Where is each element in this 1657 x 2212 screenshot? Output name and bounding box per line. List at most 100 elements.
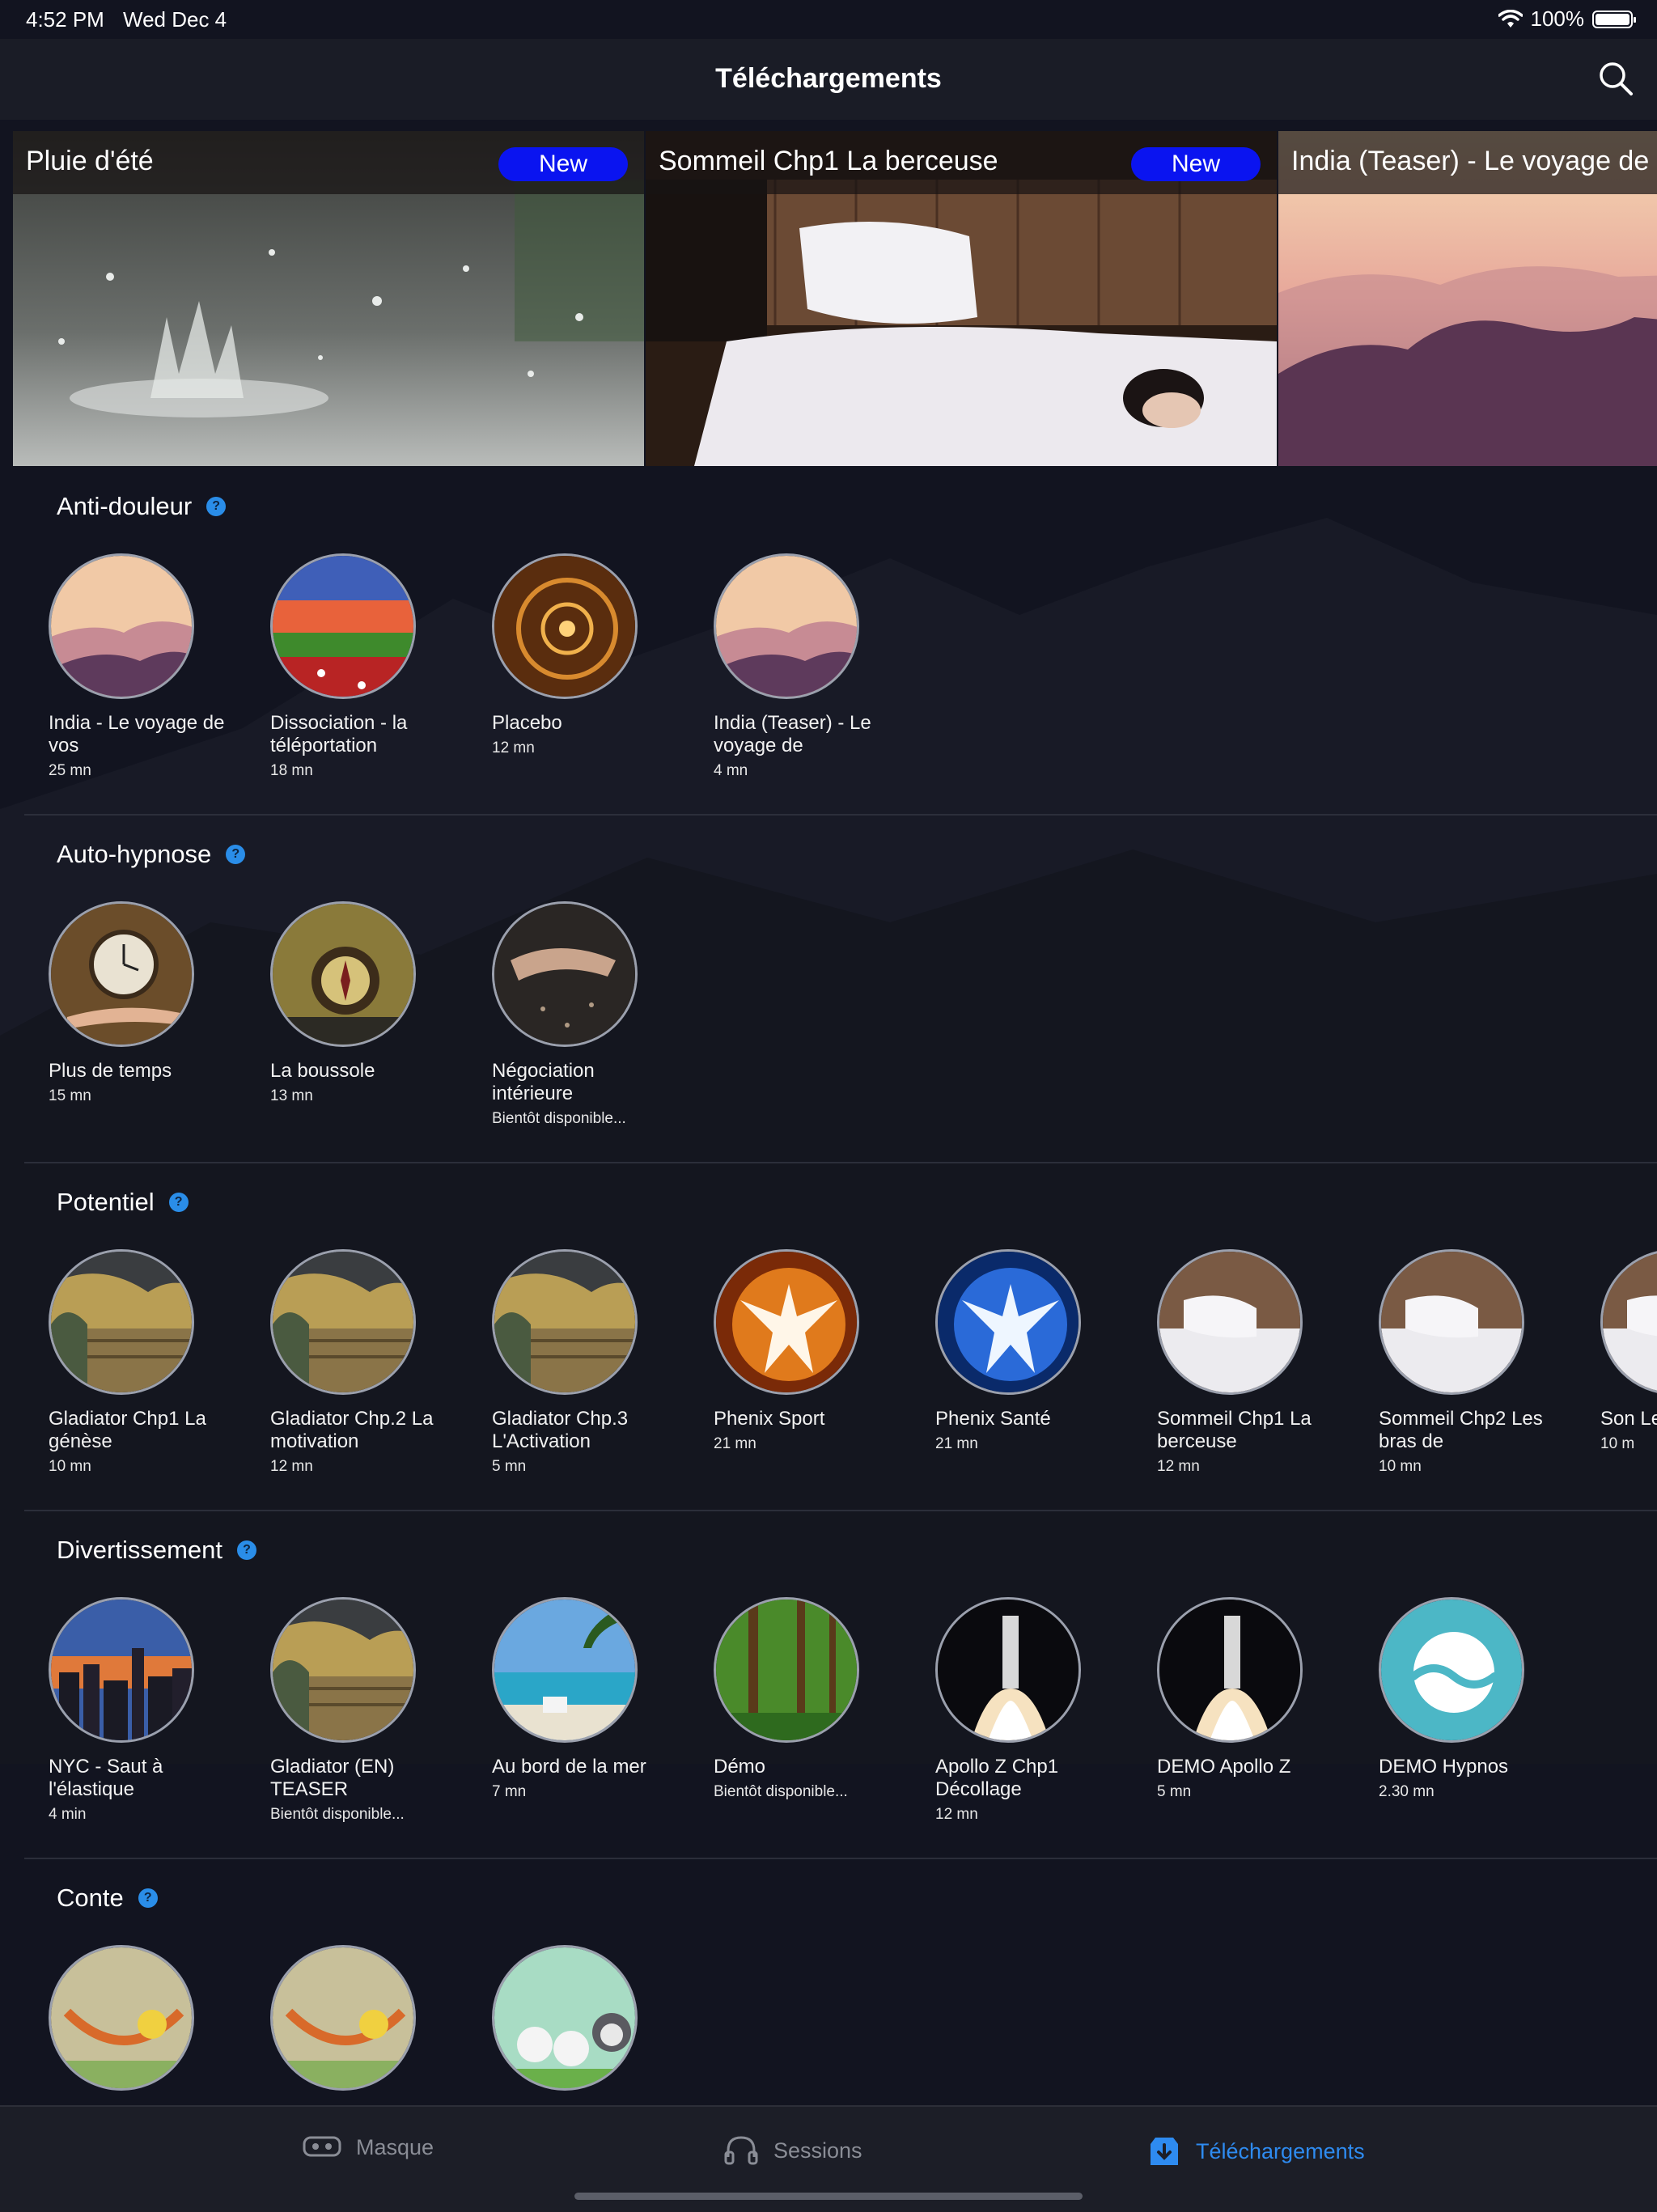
session-item[interactable]: Gladiator Chp1 La génèse 10 mn <box>49 1249 235 1476</box>
session-row[interactable]: NYC - Saut à l'élastique 4 min Gladiator… <box>49 1597 1657 1856</box>
session-title: Au bord de la mer <box>492 1756 646 1778</box>
session-item[interactable]: Négociation intérieure Bientôt disponibl… <box>492 901 678 1128</box>
session-duration: 7 mn <box>492 1783 527 1800</box>
session-item[interactable]: Gladiator Chp.2 La motivation 12 mn <box>270 1249 456 1476</box>
session-item[interactable]: Sommeil Chp2 Les bras de 10 mn <box>1379 1249 1565 1476</box>
session-duration: 25 mn <box>49 762 91 779</box>
banner-title: India (Teaser) - Le voyage de <box>1291 146 1650 176</box>
section-divider <box>24 1162 1657 1163</box>
banner-header: India (Teaser) - Le voyage de <box>1278 131 1657 194</box>
compass-thumbnail <box>273 904 413 1045</box>
session-title: Plus de temps <box>49 1060 172 1082</box>
session-item[interactable] <box>49 1945 235 2104</box>
session-item[interactable]: Gladiator Chp.3 L'Activation 5 mn <box>492 1249 678 1476</box>
help-icon[interactable]: ? <box>168 1193 189 1212</box>
session-duration: 12 mn <box>1157 1458 1200 1475</box>
section-divider <box>24 1510 1657 1511</box>
session-title: DEMO Apollo Z <box>1157 1756 1291 1778</box>
session-item[interactable]: India - Le voyage de vos 25 mn <box>49 553 235 780</box>
session-item[interactable]: Démo Bientôt disponible... <box>714 1597 900 1801</box>
session-item[interactable]: DEMO Hypnos 2.30 mn <box>1379 1597 1565 1801</box>
session-duration: Bientôt disponible... <box>492 1110 626 1127</box>
session-title: Sommeil Chp1 La berceuse <box>1157 1408 1312 1452</box>
hammock-story-thumbnail <box>273 1947 413 2088</box>
session-item[interactable]: Son Le r 10 m <box>1600 1249 1657 1453</box>
session-duration: 10 mn <box>49 1458 91 1475</box>
session-item[interactable]: Au bord de la mer 7 mn <box>492 1597 678 1801</box>
section-divider <box>24 814 1657 816</box>
session-item[interactable]: Phenix Sport 21 mn <box>714 1249 900 1453</box>
session-duration: 10 mn <box>1379 1458 1422 1475</box>
session-title: Phenix Sport <box>714 1408 825 1430</box>
session-title: Son Le r <box>1600 1408 1657 1430</box>
session-item[interactable]: NYC - Saut à l'élastique 4 min <box>49 1597 235 1824</box>
session-title: Dissociation - la téléportation <box>270 712 408 756</box>
session-title: Gladiator Chp.2 La motivation <box>270 1408 434 1452</box>
tab-sessions[interactable]: Sessions <box>723 2134 862 2167</box>
session-item[interactable]: India (Teaser) - Le voyage de 4 mn <box>714 553 900 780</box>
pocket-watch-thumbnail <box>51 904 192 1045</box>
banner-card-india[interactable]: India (Teaser) - Le voyage de <box>1278 131 1657 466</box>
section-title: Potentiel <box>57 1188 155 1216</box>
session-item[interactable]: Apollo Z Chp1 Décollage 12 mn <box>935 1597 1121 1824</box>
session-item[interactable]: La boussole 13 mn <box>270 901 456 1105</box>
tab-bar: Masque Sessions Téléchargements <box>0 2105 1657 2212</box>
help-icon[interactable]: ? <box>206 497 227 516</box>
help-icon[interactable]: ? <box>226 845 246 864</box>
session-duration: 5 mn <box>1157 1783 1192 1800</box>
session-row[interactable]: Gladiator Chp1 La génèse 10 mn Gladiator… <box>49 1249 1657 1508</box>
section-conte: Conte ? <box>0 1864 1657 2107</box>
session-item[interactable]: Phenix Santé 21 mn <box>935 1249 1121 1453</box>
bed-thumbnail <box>1159 1252 1300 1392</box>
session-title: NYC - Saut à l'élastique <box>49 1756 163 1800</box>
session-item[interactable]: DEMO Apollo Z 5 mn <box>1157 1597 1343 1801</box>
session-duration: 21 mn <box>935 1435 978 1452</box>
session-title: Placebo <box>492 712 562 734</box>
banner-card-pluie[interactable]: Pluie d'été New <box>13 131 644 466</box>
gladiator-arena-thumbnail <box>51 1252 192 1392</box>
session-title: Gladiator (EN) TEASER <box>270 1756 395 1800</box>
status-date: Wed Dec 4 <box>123 7 227 32</box>
banner-header: Sommeil Chp1 La berceuse New <box>646 131 1277 194</box>
section-anti-douleur: Anti-douleur ? India - Le voyage de vos … <box>0 472 1657 812</box>
session-duration: 10 m <box>1600 1435 1635 1452</box>
session-row[interactable]: Plus de temps 15 mn La boussole 13 mn Né… <box>49 901 1657 1160</box>
sheep-raccoon-thumbnail <box>494 1947 635 2088</box>
page-title: Téléchargements <box>715 63 942 94</box>
status-bar: 4:52 PM Wed Dec 4 100% <box>0 0 1657 39</box>
bed-thumbnail <box>1381 1252 1522 1392</box>
session-item[interactable]: Sommeil Chp1 La berceuse 12 mn <box>1157 1249 1343 1476</box>
session-item[interactable]: Gladiator (EN) TEASER Bientôt disponible… <box>270 1597 456 1824</box>
section-auto-hypnose: Auto-hypnose ? Plus de temps 15 mn La bo… <box>0 820 1657 1160</box>
session-title: La boussole <box>270 1060 375 1082</box>
banner-card-sommeil[interactable]: Sommeil Chp1 La berceuse New <box>646 131 1277 466</box>
hypnos-logo-thumbnail <box>1381 1600 1522 1740</box>
rocket-launch-thumbnail <box>1159 1600 1300 1740</box>
new-badge: New <box>498 147 628 181</box>
session-item[interactable]: Placebo 12 mn <box>492 553 678 757</box>
home-indicator[interactable] <box>574 2193 1083 2200</box>
india-sunset-thumbnail <box>716 556 857 697</box>
rocket-launch-thumbnail <box>938 1600 1079 1740</box>
session-item[interactable]: Dissociation - la téléportation 18 mn <box>270 553 456 780</box>
featured-carousel[interactable]: Pluie d'été New Sommeil Chp1 La berceuse… <box>13 131 1657 466</box>
tab-masque[interactable]: Masque <box>303 2134 434 2160</box>
phoenix-ice-thumbnail <box>938 1252 1079 1392</box>
session-item[interactable] <box>492 1945 678 2104</box>
beach-thumbnail <box>494 1600 635 1740</box>
session-row[interactable]: India - Le voyage de vos 25 mn Dissociat… <box>49 553 1657 812</box>
session-duration: Bientôt disponible... <box>270 1806 405 1823</box>
session-row[interactable] <box>49 1945 1657 2107</box>
help-icon[interactable]: ? <box>138 1888 158 1908</box>
flower-field-thumbnail <box>273 556 413 697</box>
tab-telechargements[interactable]: Téléchargements <box>1147 2134 1365 2168</box>
help-icon[interactable]: ? <box>237 1540 256 1560</box>
india-sunset-thumbnail <box>51 556 192 697</box>
session-duration: 12 mn <box>492 739 535 756</box>
search-icon[interactable] <box>1596 58 1636 99</box>
session-item[interactable] <box>270 1945 456 2104</box>
session-item[interactable]: Plus de temps 15 mn <box>49 901 235 1105</box>
section-divider <box>24 1858 1657 1859</box>
session-title: India (Teaser) - Le voyage de <box>714 712 871 756</box>
gladiator-arena-thumbnail <box>273 1600 413 1740</box>
